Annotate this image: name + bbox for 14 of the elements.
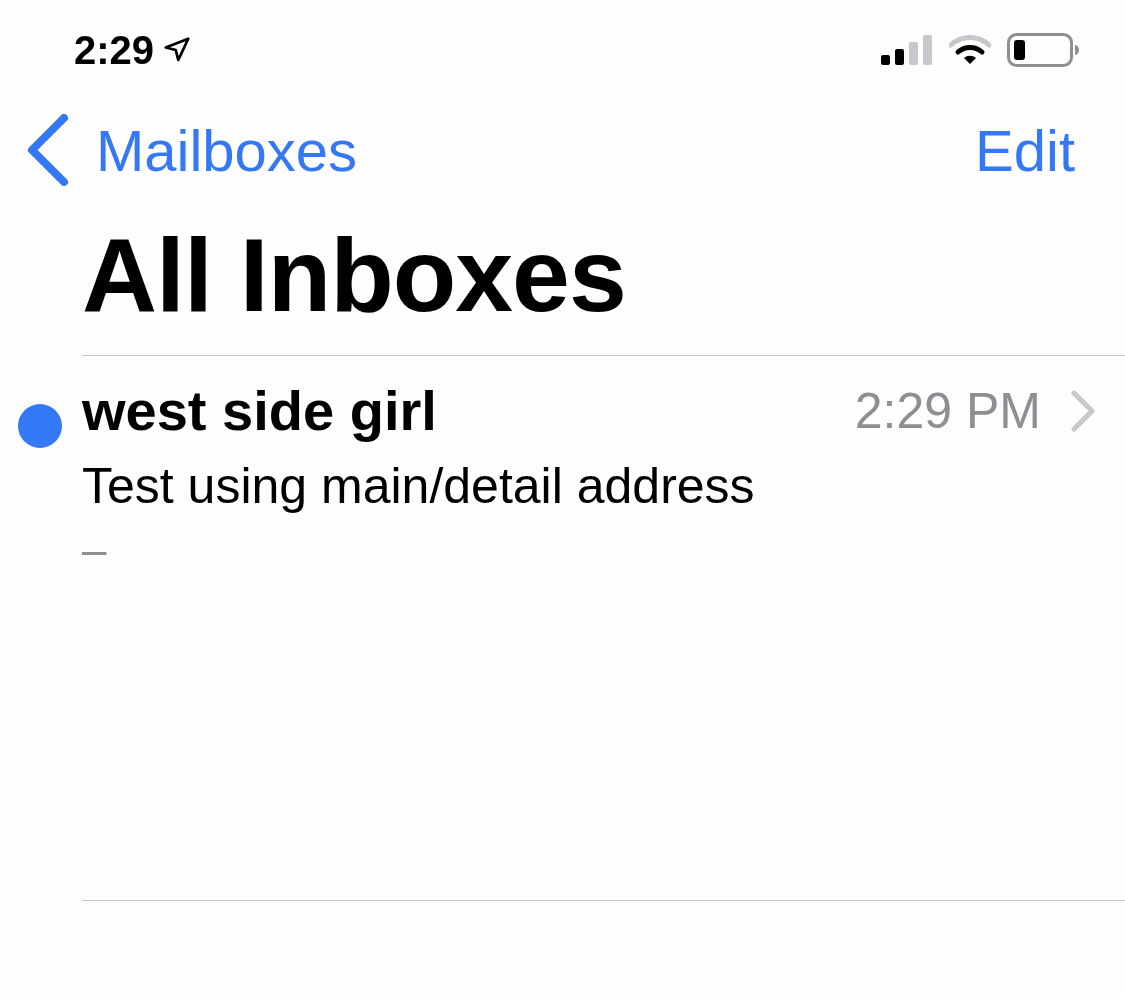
back-button[interactable]: Mailboxes [26, 114, 358, 186]
chevron-right-icon [1071, 389, 1095, 432]
message-time: 2:29 PM [854, 381, 1041, 440]
status-time: 2:29 [74, 27, 155, 73]
wifi-icon [949, 35, 991, 65]
message-preview: – [82, 525, 107, 575]
message-row[interactable]: west side girl 2:29 PM Test using main/detail address – [0, 356, 1125, 900]
page-title: All Inboxes [81, 216, 627, 335]
edit-button[interactable]: Edit [975, 116, 1075, 184]
signal-icon [881, 35, 933, 65]
chevron-left-icon [26, 114, 70, 186]
sender-name: west side girl [82, 378, 437, 443]
message-subject: Test using main/detail address [82, 457, 756, 515]
battery-icon [1007, 33, 1079, 67]
